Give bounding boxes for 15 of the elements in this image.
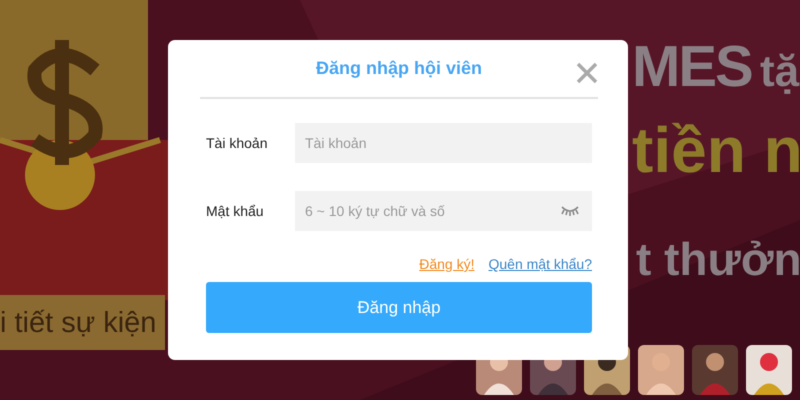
dialog-title: Đăng nhập hội viên <box>316 58 482 79</box>
banner-text: tiền n <box>632 118 800 182</box>
register-link[interactable]: Đăng ký! <box>419 256 474 272</box>
banner-text: t thưởn <box>636 236 800 282</box>
username-field[interactable]: Tài khoản <box>295 123 592 163</box>
banner-text: tặ <box>760 50 800 94</box>
forgot-password-link[interactable]: Quên mật khẩu? <box>488 256 592 272</box>
password-field[interactable]: 6 ~ 10 ký tự chữ và số <box>295 191 592 231</box>
login-button[interactable]: Đăng nhập <box>206 282 592 333</box>
closed-eye-icon[interactable] <box>560 205 580 217</box>
field-label: Tài khoản <box>206 135 268 151</box>
field-label: Mật khẩu <box>206 203 265 219</box>
close-button[interactable] <box>576 62 598 84</box>
banner-text: MES <box>632 38 752 96</box>
banner-text: i tiết sự kiện <box>0 309 156 338</box>
